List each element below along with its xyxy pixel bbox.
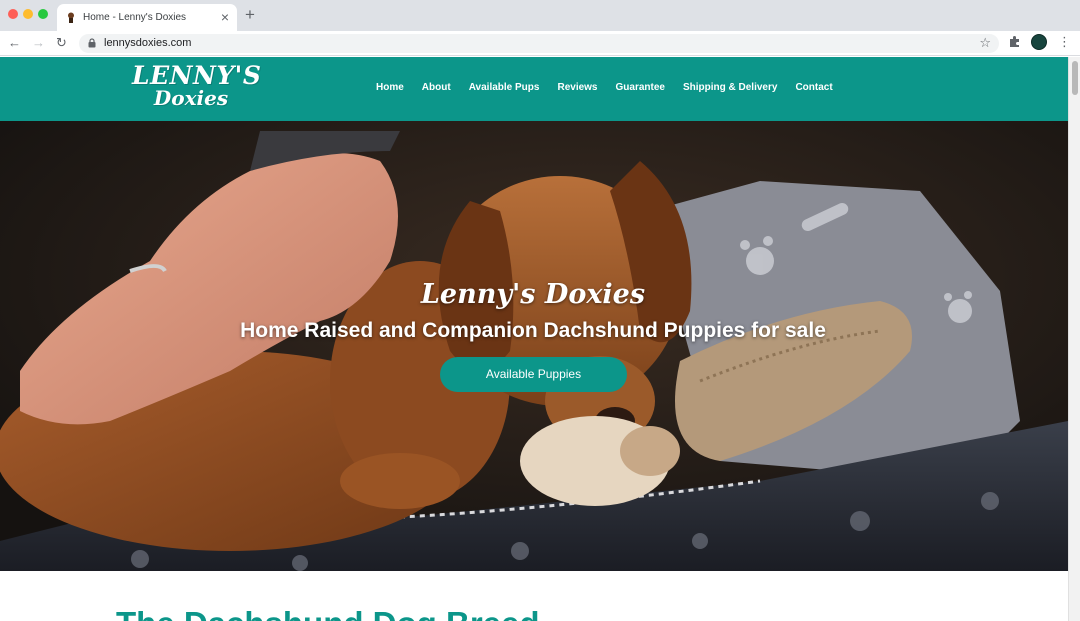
available-puppies-button[interactable]: Available Puppies (440, 357, 627, 392)
nav-available-pups[interactable]: Available Pups (469, 82, 540, 98)
hero-section: Lenny's Doxies Home Raised and Companion… (0, 121, 1068, 571)
favicon-icon (68, 12, 74, 23)
hero-subtitle: Home Raised and Companion Dachshund Pupp… (240, 319, 826, 342)
nav-about[interactable]: About (422, 82, 451, 98)
profile-avatar[interactable] (1031, 34, 1047, 50)
hero-photo-dachshund-puppy (0, 121, 1068, 571)
scrollbar-thumb[interactable] (1072, 61, 1078, 95)
hero-title: Lenny's Doxies (420, 279, 646, 310)
site-header: LENNY'S Doxies Home About Available Pups… (0, 57, 1068, 121)
extensions-icon[interactable] (1008, 35, 1021, 48)
page-viewport: LENNY'S Doxies Home About Available Pups… (0, 57, 1068, 621)
nav-shipping-delivery[interactable]: Shipping & Delivery (683, 82, 777, 98)
nav-home[interactable]: Home (376, 82, 404, 98)
lock-icon (88, 38, 96, 48)
nav-contact[interactable]: Contact (795, 82, 832, 98)
bookmark-star-icon[interactable]: ☆ (979, 35, 991, 51)
minimize-window-button[interactable] (23, 9, 33, 19)
browser-menu-icon[interactable]: ⋮ (1058, 34, 1071, 50)
browser-tab-active[interactable]: Home - Lenny's Doxies × (57, 4, 237, 31)
forward-button[interactable]: → (32, 34, 45, 52)
url-text[interactable]: lennysdoxies.com (104, 37, 191, 49)
logo-line-lennys: LENNY'S (132, 61, 262, 90)
reload-button[interactable]: ↻ (56, 34, 67, 52)
page-scrollbar[interactable] (1068, 57, 1080, 621)
site-logo[interactable]: LENNY'S Doxies (132, 61, 262, 110)
browser-toolbar: ← → ↻ lennysdoxies.com ☆ (0, 31, 1080, 56)
tab-close-icon[interactable]: × (221, 8, 229, 26)
section-heading: The Dachshund Dog Breed (116, 605, 540, 621)
new-tab-button[interactable]: + (245, 6, 255, 24)
browser-tabstrip: Home - Lenny's Doxies × + (0, 0, 1080, 31)
logo-line-doxies: Doxies (153, 86, 229, 110)
nav-reviews[interactable]: Reviews (557, 82, 597, 98)
address-bar[interactable]: lennysdoxies.com ☆ (79, 34, 999, 53)
nav-guarantee[interactable]: Guarantee (616, 82, 665, 98)
maximize-window-button[interactable] (38, 9, 48, 19)
close-window-button[interactable] (8, 9, 18, 19)
tab-title: Home - Lenny's Doxies (83, 12, 187, 23)
main-nav: Home About Available Pups Reviews Guaran… (376, 82, 833, 98)
back-button[interactable]: ← (8, 34, 21, 52)
